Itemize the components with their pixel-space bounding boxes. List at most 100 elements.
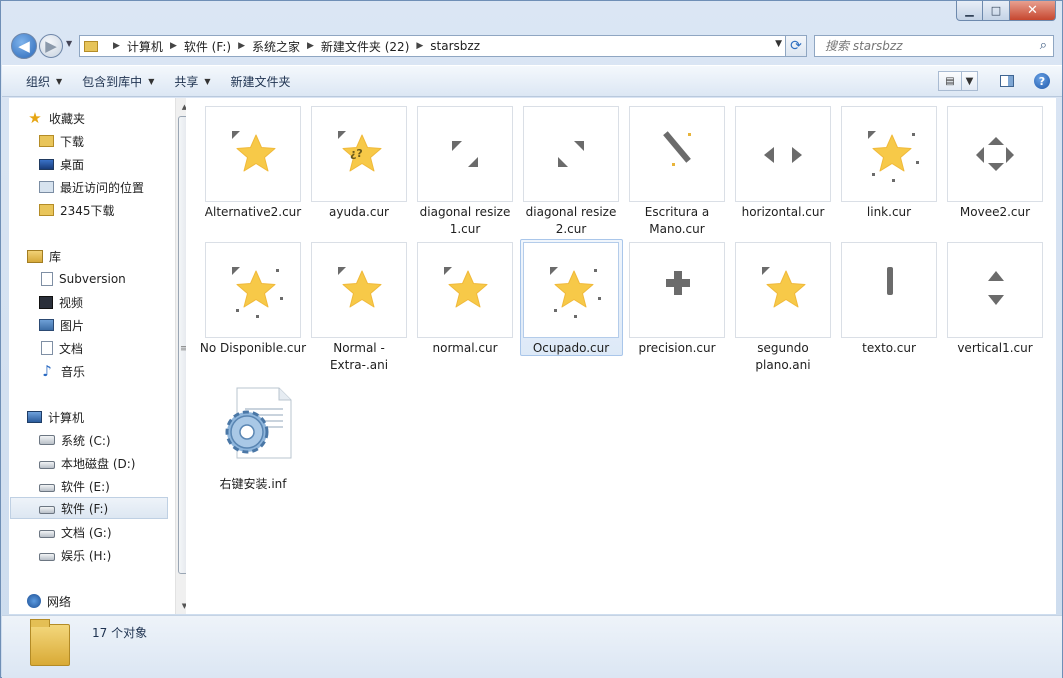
file-name: Alternative2.cur (204, 205, 302, 219)
file-item[interactable]: Normal -Extra-.ani (311, 242, 407, 372)
sidebar-item-desktop[interactable]: 桌面 (39, 153, 84, 175)
file-list-view[interactable]: Alternative2.cur ¿? ayuda.cur diagonal resi… (186, 98, 1056, 614)
file-item[interactable]: Escritura a Mano.cur (629, 106, 725, 236)
folder-icon (84, 40, 98, 52)
sidebar-item-label: 收藏夹 (49, 111, 86, 126)
address-bar[interactable]: ▶ 计算机 ▶ 软件 (F:) ▶ 系统之家 ▶ 新建文件夹 (22) ▶ st… (79, 35, 787, 57)
chevron-right-icon[interactable]: ▶ (170, 41, 177, 51)
file-item[interactable]: diagonal resize 2.cur (523, 106, 619, 236)
file-item[interactable]: 右键安装.inf (205, 378, 301, 508)
down-arrow-icon (988, 295, 1004, 305)
file-name: diagonal resize 2.cur (525, 205, 617, 236)
file-item[interactable]: Ocupado.cur (520, 239, 623, 372)
sidebar-item-videos[interactable]: 视频 (39, 291, 83, 313)
sidebar-item-recent-places[interactable]: 最近访问的位置 (39, 176, 144, 198)
sidebar-item-subversion[interactable]: Subversion (39, 268, 126, 290)
refresh-button[interactable]: ⟳ (785, 35, 807, 57)
maximize-button[interactable]: □ (983, 1, 1010, 21)
resize-arrow-icon (468, 157, 478, 167)
file-item[interactable]: link.cur (841, 106, 937, 236)
recent-pages-dropdown[interactable]: ▼ (66, 39, 72, 48)
cursor-arrow-icon (232, 131, 240, 139)
breadcrumb-computer[interactable]: 计算机 (127, 38, 163, 55)
file-thumbnail (629, 106, 725, 202)
file-name: Escritura a Mano.cur (644, 205, 710, 236)
file-item[interactable]: No Disponible.cur (200, 242, 306, 372)
back-button[interactable]: ◀ (11, 33, 37, 59)
move-arrow-icon (976, 147, 984, 163)
sidebar-header-libraries[interactable]: 库 (27, 245, 61, 267)
sidebar-header-favorites[interactable]: ★ 收藏夹 (27, 107, 85, 129)
right-arrow-icon (792, 147, 802, 163)
star-icon (340, 269, 384, 311)
file-item[interactable]: segundo plano.ani (735, 242, 831, 372)
sidebar-item-label: 图片 (60, 318, 85, 333)
breadcrumb-xitongzhijia[interactable]: 系统之家 (252, 38, 300, 55)
view-options-dropdown[interactable]: ▼ (962, 71, 978, 91)
chevron-right-icon[interactable]: ▶ (113, 41, 120, 51)
minimize-button[interactable]: ▁ (956, 1, 983, 21)
file-item[interactable]: vertical1.cur (947, 242, 1043, 372)
file-item[interactable]: texto.cur (841, 242, 937, 372)
file-item[interactable]: Alternative2.cur (205, 106, 301, 236)
change-view-button[interactable]: ▤ (938, 71, 962, 91)
document-icon (41, 341, 53, 355)
file-name: diagonal resize 1.cur (419, 205, 511, 236)
address-history-dropdown-icon[interactable]: ▼ (775, 39, 782, 49)
chevron-right-icon[interactable]: ▶ (238, 41, 245, 51)
sidebar-item-drive-f[interactable]: 软件 (F:) (10, 497, 168, 519)
search-input[interactable] (823, 38, 1023, 54)
question-mark-icon: ¿? (350, 147, 363, 160)
file-item[interactable]: horizontal.cur (735, 106, 831, 236)
sidebar-item-drive-e[interactable]: 软件 (E:) (39, 475, 110, 497)
sidebar-item-downloads[interactable]: 下载 (39, 130, 84, 152)
sidebar-item-drive-c[interactable]: 系统 (C:) (39, 429, 111, 451)
share-label: 共享 (174, 74, 199, 89)
sidebar-item-drive-g[interactable]: 文档 (G:) (39, 521, 112, 543)
sidebar-item-2345-downloads[interactable]: 2345下载 (39, 199, 115, 221)
breadcrumb-new-folder-22[interactable]: 新建文件夹 (22) (321, 38, 409, 55)
sidebar-item-label: 系统 (C:) (61, 433, 111, 448)
chevron-down-icon: ▼ (56, 76, 63, 86)
search-icon[interactable]: ⌕ (1040, 38, 1047, 53)
forward-button[interactable]: ▶ (39, 34, 63, 58)
star-icon (552, 269, 596, 311)
sidebar-header-computer[interactable]: 计算机 (27, 406, 84, 428)
chevron-right-icon[interactable]: ▶ (307, 41, 314, 51)
star-icon (870, 133, 914, 175)
close-button[interactable]: ✕ (1010, 1, 1056, 21)
sidebar-item-documents[interactable]: 文档 (39, 337, 83, 359)
sidebar-item-drive-d[interactable]: 本地磁盘 (D:) (39, 452, 135, 474)
file-item[interactable]: ¿? ayuda.cur (311, 106, 407, 236)
file-name: precision.cur (638, 341, 716, 355)
include-in-library-label: 包含到库中 (82, 74, 143, 89)
navigation-bar: ◀ ▶ ▼ ▶ 计算机 ▶ 软件 (F:) ▶ 系统之家 ▶ 新建文件夹 (22… (9, 33, 1054, 59)
sidebar-item-music[interactable]: ♪ 音乐 (39, 360, 85, 382)
music-icon: ♪ (42, 362, 52, 380)
sidebar-item-drive-h[interactable]: 娱乐 (H:) (39, 544, 111, 566)
breadcrumb-drive-f[interactable]: 软件 (F:) (184, 38, 231, 55)
help-icon[interactable]: ? (1034, 73, 1050, 89)
sidebar-header-network[interactable]: 网络 (27, 590, 71, 612)
organize-menu[interactable]: 组织 ▼ (16, 73, 72, 90)
breadcrumb-starsbzz[interactable]: starsbzz (430, 39, 480, 53)
preview-pane-icon[interactable] (1000, 75, 1014, 87)
file-item[interactable]: precision.cur (629, 242, 725, 372)
file-item[interactable]: normal.cur (417, 242, 513, 372)
share-menu[interactable]: 共享 ▼ (164, 73, 220, 90)
include-in-library-menu[interactable]: 包含到库中 ▼ (72, 73, 164, 90)
desktop-icon (39, 158, 54, 170)
move-arrow-icon (988, 137, 1004, 145)
drive-icon (39, 506, 55, 514)
file-item[interactable]: diagonal resize 1.cur (417, 106, 513, 236)
cursor-arrow-icon (550, 267, 558, 275)
search-box[interactable]: ⌕ (814, 35, 1054, 57)
sidebar-item-pictures[interactable]: 图片 (39, 314, 84, 336)
drive-icon (39, 530, 55, 538)
file-item[interactable]: Movee2.cur (947, 106, 1043, 236)
cursor-arrow-icon (444, 267, 452, 275)
new-folder-button[interactable]: 新建文件夹 (221, 73, 301, 90)
sidebar-item-label: Subversion (59, 272, 126, 286)
chevron-right-icon[interactable]: ▶ (416, 41, 423, 51)
star-icon (234, 269, 278, 311)
